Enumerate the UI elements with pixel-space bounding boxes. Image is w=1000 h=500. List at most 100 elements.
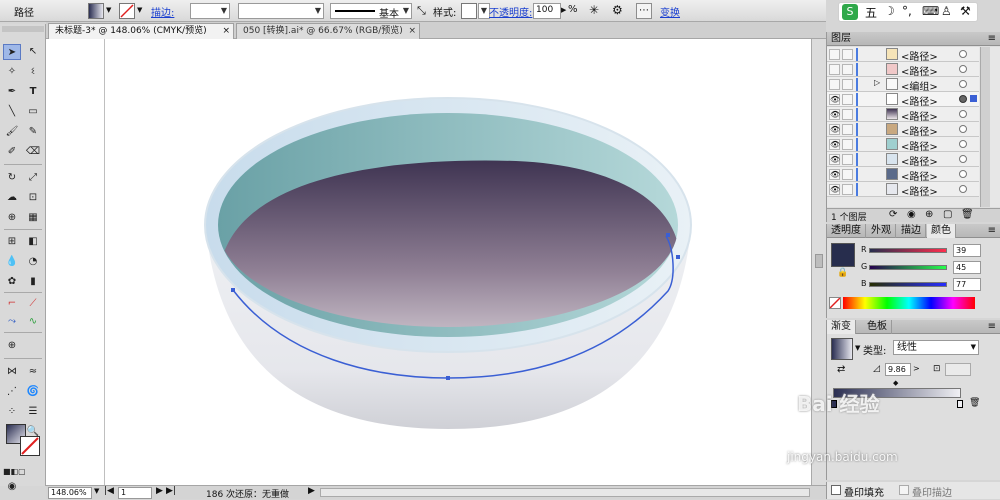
visibility-toggle[interactable] <box>829 64 840 75</box>
perspective-grid-icon[interactable]: ▦ <box>24 210 42 226</box>
target-icon[interactable] <box>959 170 967 178</box>
current-color-swatch[interactable] <box>831 243 855 267</box>
scroll-thumb[interactable] <box>815 254 823 268</box>
b-slider[interactable] <box>869 282 947 287</box>
recolor-icon[interactable]: ✳ <box>589 3 599 17</box>
target-icon[interactable] <box>959 185 967 193</box>
close-icon[interactable]: × <box>222 24 230 39</box>
symbol-sprayer-icon[interactable]: ✿ <box>3 274 21 290</box>
pen-tool-icon[interactable]: ✒ <box>3 84 21 100</box>
opacity-input[interactable]: 100 <box>533 3 561 19</box>
color-spectrum[interactable] <box>843 297 975 309</box>
visibility-toggle[interactable] <box>829 79 840 90</box>
horizontal-scrollbar[interactable] <box>320 488 810 497</box>
pencil-tool-icon[interactable]: ✎ <box>24 124 42 140</box>
layer-row[interactable]: ▷ <编组> <box>827 77 979 93</box>
overprint-fill-checkbox[interactable] <box>831 485 841 495</box>
status-menu-icon[interactable]: ▶ <box>308 486 315 496</box>
mesh-tool-icon[interactable]: ⊞ <box>3 234 21 250</box>
gradient-stop[interactable] <box>957 400 963 408</box>
expand-triangle-icon[interactable]: ▷ <box>874 78 880 87</box>
wave-icon[interactable]: ≈ <box>24 364 42 380</box>
overprint-stroke-checkbox[interactable] <box>899 485 909 495</box>
lock-toggle[interactable] <box>842 169 853 180</box>
selection-indicator[interactable] <box>970 95 977 102</box>
first-page-icon[interactable]: |◀ <box>104 486 114 496</box>
eye-icon[interactable]: 👁 <box>829 109 840 120</box>
layer-row[interactable]: 👁 <路径> <box>827 122 979 138</box>
eye-icon[interactable]: 👁 <box>829 154 840 165</box>
lock-toggle[interactable] <box>842 49 853 60</box>
layer-row[interactable]: 👁 <路径> <box>827 92 979 108</box>
layer-row[interactable]: 👁 <路径> <box>827 107 979 123</box>
lock-toggle[interactable] <box>842 79 853 90</box>
opacity-link[interactable]: 不透明度: <box>489 4 532 19</box>
layer-row[interactable]: <路径> <box>827 62 979 78</box>
rectangle-tool-icon[interactable]: ▭ <box>24 104 42 120</box>
midpoint-diamond-icon[interactable]: ◆ <box>893 379 898 387</box>
stroke-color-box[interactable] <box>20 436 40 456</box>
color-mode-icon[interactable]: ■◧▢ <box>3 464 26 480</box>
target-icon[interactable] <box>959 110 967 118</box>
selection-tool-icon[interactable]: ➤ <box>3 44 21 60</box>
chevron-down-icon[interactable]: ▼ <box>855 344 860 352</box>
gradient-tool-icon[interactable]: ◧ <box>24 234 42 250</box>
stroke-link[interactable]: 描边: <box>151 4 174 19</box>
eye-icon[interactable]: 👁 <box>829 169 840 180</box>
trash-icon[interactable]: 🗑 <box>969 398 980 408</box>
anchor-point[interactable] <box>446 376 450 380</box>
artboard-tool-icon[interactable]: ⌐ <box>3 296 21 312</box>
magic-wand-icon[interactable]: ✧ <box>3 64 21 80</box>
target-icon[interactable] <box>959 65 967 73</box>
brush-profile-select[interactable]: 基本 ▼ <box>330 3 412 20</box>
anchor-point[interactable] <box>666 233 670 237</box>
rotate-tool-icon[interactable]: ↻ <box>3 170 21 186</box>
lock-toggle[interactable] <box>842 154 853 165</box>
angle-input[interactable]: 9.86 <box>885 363 911 376</box>
layer-row[interactable]: 👁 <路径> <box>827 152 979 168</box>
toolbox-grip[interactable] <box>2 26 44 32</box>
layer-row[interactable]: 👁 <路径> <box>827 137 979 153</box>
lock-toggle[interactable] <box>842 139 853 150</box>
anchor-point[interactable] <box>231 288 235 292</box>
clip-mask-icon[interactable]: ◉ <box>907 209 916 220</box>
column-graph-icon[interactable]: ▮ <box>24 274 42 290</box>
tab-document-1[interactable]: 未标题-3* @ 148.06% (CMYK/预览) × <box>48 23 234 39</box>
panel-menu-icon[interactable]: ≡ <box>988 224 996 237</box>
locate-object-icon[interactable]: ⟳ <box>889 209 897 220</box>
shape-builder-icon[interactable]: ⊕ <box>3 210 21 226</box>
lasso-tool-icon[interactable]: ଽ <box>24 64 42 80</box>
g-slider[interactable] <box>869 265 947 270</box>
eye-icon[interactable]: 👁 <box>829 94 840 105</box>
lock-toggle[interactable] <box>842 109 853 120</box>
punctuation-icon[interactable]: °, <box>902 4 912 18</box>
target-icon[interactable] <box>959 95 967 103</box>
visibility-toggle[interactable] <box>829 49 840 60</box>
chevron-down-icon[interactable]: ▼ <box>106 6 111 14</box>
anchor-point[interactable] <box>676 255 680 259</box>
keyboard-icon[interactable]: ⌨ <box>922 4 939 18</box>
tab-stroke[interactable]: 描边 <box>897 224 926 238</box>
chevron-right-icon[interactable]: > <box>913 364 920 373</box>
slice-tool-icon[interactable]: ⟋ <box>24 296 42 312</box>
crosshair-icon[interactable]: ⊕ <box>3 338 21 354</box>
g-value-input[interactable]: 45 <box>953 261 981 274</box>
bowl-artwork[interactable] <box>46 39 811 485</box>
target-icon[interactable] <box>959 50 967 58</box>
zoom-field[interactable]: 148.06% <box>48 487 92 499</box>
tab-transparency[interactable]: 透明度 <box>827 224 866 238</box>
stroke-weight-select[interactable]: ▼ <box>190 3 230 19</box>
direct-selection-tool-icon[interactable]: ↖ <box>24 44 42 60</box>
reverse-gradient-icon[interactable]: ⇄ <box>837 364 845 375</box>
eyedropper-icon[interactable]: 💧 <box>3 254 21 270</box>
zigzag-icon[interactable]: ⋰ <box>3 384 21 400</box>
aspect-ratio-input[interactable] <box>945 363 971 376</box>
trash-icon[interactable]: 🗑 <box>961 209 974 220</box>
arrows-icon[interactable]: ⤡ <box>417 4 426 18</box>
curve-tool-icon[interactable]: ∿ <box>24 314 42 330</box>
moon-icon[interactable]: ☽ <box>884 4 895 18</box>
scale-tool-icon[interactable]: ⤢ <box>24 170 42 186</box>
blob-brush-icon[interactable]: ✐ <box>3 144 21 160</box>
gradient-preview-swatch[interactable] <box>831 338 853 360</box>
next-page-icon[interactable]: ▶ <box>156 486 163 496</box>
